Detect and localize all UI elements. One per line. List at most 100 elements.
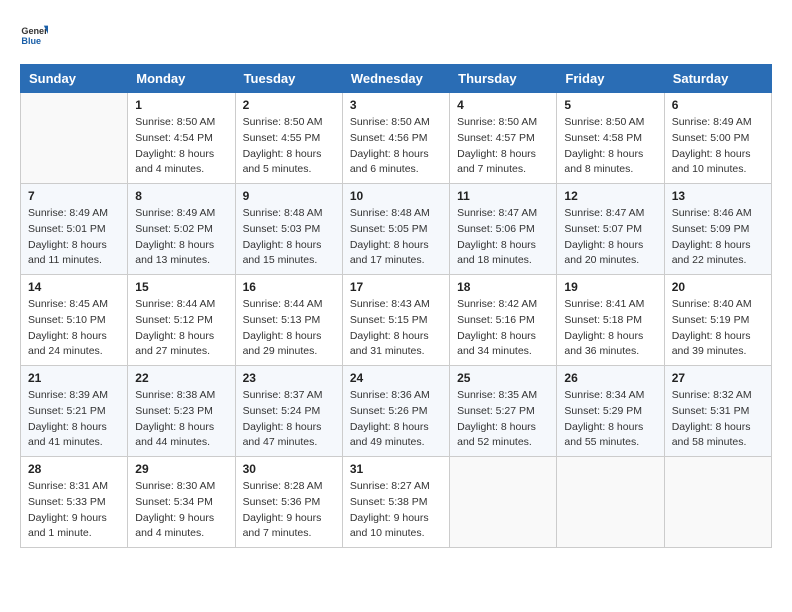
sunrise-text: Sunrise: 8:44 AM <box>243 297 335 313</box>
daylight-text: Daylight: 9 hours and 7 minutes. <box>243 511 335 543</box>
sunset-text: Sunset: 5:06 PM <box>457 222 549 238</box>
day-number: 9 <box>243 189 335 203</box>
sunset-text: Sunset: 5:34 PM <box>135 495 227 511</box>
day-header-wednesday: Wednesday <box>342 65 449 93</box>
sunset-text: Sunset: 5:16 PM <box>457 313 549 329</box>
sunset-text: Sunset: 5:05 PM <box>350 222 442 238</box>
calendar-cell <box>450 457 557 548</box>
day-number: 1 <box>135 98 227 112</box>
day-header-saturday: Saturday <box>664 65 771 93</box>
daylight-text: Daylight: 8 hours and 7 minutes. <box>457 147 549 179</box>
calendar-cell <box>664 457 771 548</box>
daylight-text: Daylight: 8 hours and 55 minutes. <box>564 420 656 452</box>
week-row-1: 1Sunrise: 8:50 AMSunset: 4:54 PMDaylight… <box>21 93 772 184</box>
sunset-text: Sunset: 5:24 PM <box>243 404 335 420</box>
calendar-cell: 16Sunrise: 8:44 AMSunset: 5:13 PMDayligh… <box>235 275 342 366</box>
week-row-5: 28Sunrise: 8:31 AMSunset: 5:33 PMDayligh… <box>21 457 772 548</box>
calendar-cell: 15Sunrise: 8:44 AMSunset: 5:12 PMDayligh… <box>128 275 235 366</box>
week-row-3: 14Sunrise: 8:45 AMSunset: 5:10 PMDayligh… <box>21 275 772 366</box>
calendar-cell: 26Sunrise: 8:34 AMSunset: 5:29 PMDayligh… <box>557 366 664 457</box>
day-number: 31 <box>350 462 442 476</box>
daylight-text: Daylight: 8 hours and 6 minutes. <box>350 147 442 179</box>
day-number: 7 <box>28 189 120 203</box>
calendar-cell: 21Sunrise: 8:39 AMSunset: 5:21 PMDayligh… <box>21 366 128 457</box>
calendar-cell: 29 Sunrise: 8:30 AMSunset: 5:34 PMDayligh… <box>128 457 235 548</box>
day-number: 3 <box>350 98 442 112</box>
svg-text:General: General <box>21 26 48 36</box>
daylight-text: Daylight: 8 hours and 31 minutes. <box>350 329 442 361</box>
sunset-text: Sunset: 5:02 PM <box>135 222 227 238</box>
sunrise-text: Sunrise: 8:27 AM <box>350 479 442 495</box>
calendar-cell: 22Sunrise: 8:38 AMSunset: 5:23 PMDayligh… <box>128 366 235 457</box>
sunrise-text: Sunrise: 8:49 AM <box>672 115 764 131</box>
sunrise-text: Sunrise: 8:39 AM <box>28 388 120 404</box>
sunset-text: Sunset: 5:15 PM <box>350 313 442 329</box>
daylight-text: Daylight: 9 hours and 1 minute. <box>28 511 120 543</box>
sunrise-text: Sunrise: 8:50 AM <box>350 115 442 131</box>
calendar-cell: 8Sunrise: 8:49 AMSunset: 5:02 PMDaylight… <box>128 184 235 275</box>
daylight-text: Daylight: 8 hours and 4 minutes. <box>135 147 227 179</box>
calendar-cell: 2Sunrise: 8:50 AMSunset: 4:55 PMDaylight… <box>235 93 342 184</box>
sunrise-text: Sunrise: 8:28 AM <box>243 479 335 495</box>
sunset-text: Sunset: 5:01 PM <box>28 222 120 238</box>
sunset-text: Sunset: 5:07 PM <box>564 222 656 238</box>
sunset-text: Sunset: 5:27 PM <box>457 404 549 420</box>
logo: General Blue <box>20 20 48 48</box>
sunrise-text: Sunrise: 8:44 AM <box>135 297 227 313</box>
daylight-text: Daylight: 8 hours and 15 minutes. <box>243 238 335 270</box>
calendar-cell: 25Sunrise: 8:35 AMSunset: 5:27 PMDayligh… <box>450 366 557 457</box>
sunset-text: Sunset: 5:23 PM <box>135 404 227 420</box>
calendar-cell: 17Sunrise: 8:43 AMSunset: 5:15 PMDayligh… <box>342 275 449 366</box>
daylight-text: Daylight: 8 hours and 13 minutes. <box>135 238 227 270</box>
day-number: 21 <box>28 371 120 385</box>
daylight-text: Daylight: 8 hours and 39 minutes. <box>672 329 764 361</box>
sunset-text: Sunset: 5:31 PM <box>672 404 764 420</box>
day-number: 14 <box>28 280 120 294</box>
calendar-cell: 30Sunrise: 8:28 AMSunset: 5:36 PMDayligh… <box>235 457 342 548</box>
sunrise-text: Sunrise: 8:50 AM <box>564 115 656 131</box>
sunrise-text: Sunrise: 8:50 AM <box>457 115 549 131</box>
week-row-2: 7Sunrise: 8:49 AMSunset: 5:01 PMDaylight… <box>21 184 772 275</box>
day-number: 6 <box>672 98 764 112</box>
sunset-text: Sunset: 4:56 PM <box>350 131 442 147</box>
sunset-text: Sunset: 4:58 PM <box>564 131 656 147</box>
svg-text:Blue: Blue <box>21 36 41 46</box>
sunrise-text: Sunrise: 8:48 AM <box>243 206 335 222</box>
day-number: 8 <box>135 189 227 203</box>
logo-icon: General Blue <box>20 20 48 48</box>
day-number: 10 <box>350 189 442 203</box>
daylight-text: Daylight: 8 hours and 20 minutes. <box>564 238 656 270</box>
day-number: 29 <box>135 462 227 476</box>
calendar-cell: 20Sunrise: 8:40 AMSunset: 5:19 PMDayligh… <box>664 275 771 366</box>
sunrise-text: Sunrise: 8:40 AM <box>672 297 764 313</box>
calendar-cell: 9Sunrise: 8:48 AMSunset: 5:03 PMDaylight… <box>235 184 342 275</box>
sunrise-text: Sunrise: 8:32 AM <box>672 388 764 404</box>
day-number: 26 <box>564 371 656 385</box>
calendar-cell: 4Sunrise: 8:50 AMSunset: 4:57 PMDaylight… <box>450 93 557 184</box>
day-number: 11 <box>457 189 549 203</box>
day-number: 23 <box>243 371 335 385</box>
sunrise-text: Sunrise: 8:43 AM <box>350 297 442 313</box>
day-number: 16 <box>243 280 335 294</box>
sunrise-text: Sunrise: 8:30 AM <box>135 479 227 495</box>
calendar-cell <box>557 457 664 548</box>
calendar-cell: 31Sunrise: 8:27 AMSunset: 5:38 PMDayligh… <box>342 457 449 548</box>
day-number: 4 <box>457 98 549 112</box>
calendar-cell: 28Sunrise: 8:31 AMSunset: 5:33 PMDayligh… <box>21 457 128 548</box>
daylight-text: Daylight: 8 hours and 8 minutes. <box>564 147 656 179</box>
sunset-text: Sunset: 5:13 PM <box>243 313 335 329</box>
day-number: 19 <box>564 280 656 294</box>
sunset-text: Sunset: 4:55 PM <box>243 131 335 147</box>
daylight-text: Daylight: 9 hours and 4 minutes. <box>135 511 227 543</box>
daylight-text: Daylight: 8 hours and 34 minutes. <box>457 329 549 361</box>
sunrise-text: Sunrise: 8:50 AM <box>135 115 227 131</box>
calendar-table: SundayMondayTuesdayWednesdayThursdayFrid… <box>20 64 772 548</box>
sunrise-text: Sunrise: 8:31 AM <box>28 479 120 495</box>
day-number: 20 <box>672 280 764 294</box>
daylight-text: Daylight: 8 hours and 10 minutes. <box>672 147 764 179</box>
calendar-cell: 1Sunrise: 8:50 AMSunset: 4:54 PMDaylight… <box>128 93 235 184</box>
sunrise-text: Sunrise: 8:47 AM <box>457 206 549 222</box>
day-number: 28 <box>28 462 120 476</box>
sunset-text: Sunset: 5:12 PM <box>135 313 227 329</box>
day-number: 25 <box>457 371 549 385</box>
